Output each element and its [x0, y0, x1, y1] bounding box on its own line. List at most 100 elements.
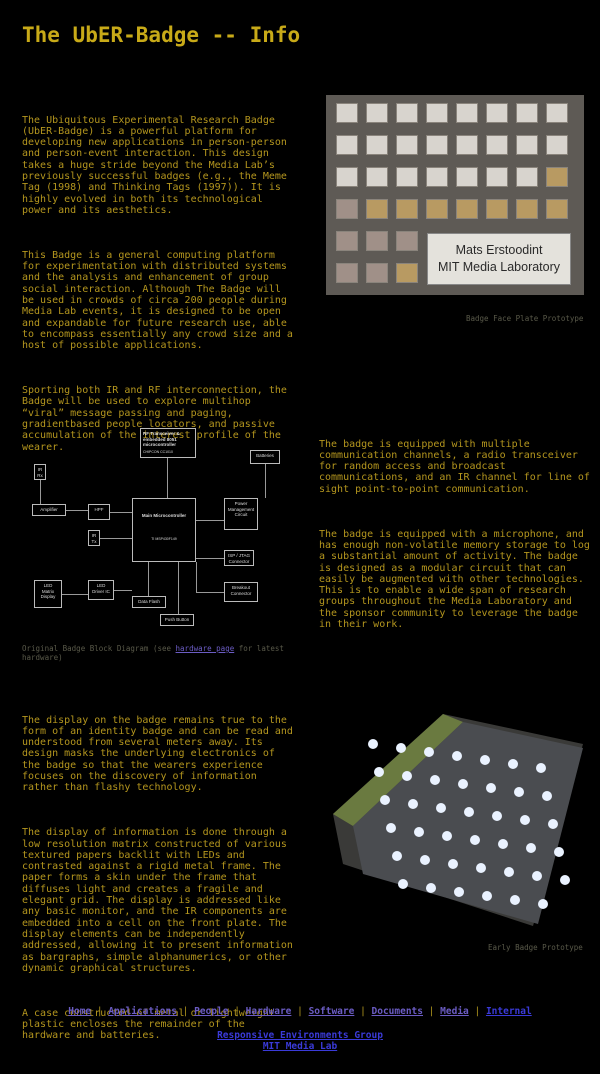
diagram-wire [167, 458, 168, 498]
display-cell [426, 167, 448, 187]
display-cell [366, 135, 388, 155]
hardware-page-link[interactable]: hardware page [176, 644, 235, 653]
responsive-environments-link[interactable]: Responsive Environments Group [0, 1030, 600, 1041]
led-light [402, 771, 412, 781]
nav-home[interactable]: Home [68, 1006, 91, 1017]
led-prototype-image [333, 714, 583, 926]
led-light [510, 895, 520, 905]
display-cell [546, 199, 568, 219]
main-microcontroller-chip: TI MSP430F149 [151, 536, 177, 541]
badge-photo-caption: Badge Face Plate Prototype [466, 314, 584, 323]
diagram-wire [114, 590, 132, 591]
nav-media[interactable]: Media [440, 1006, 469, 1017]
nameplate-name: Mats Erstoodint [455, 243, 543, 257]
footer-nav: Home | Applications | People | Hardware … [0, 1006, 600, 1017]
main-microcontroller-label: Main Microcontroller [141, 513, 187, 518]
display-cell [426, 103, 448, 123]
diagram-wire [196, 558, 224, 559]
hpf-label: HPF [94, 507, 104, 512]
diagram-wire [110, 512, 132, 513]
led-light [476, 863, 486, 873]
hardware-paragraph-1: The badge is equipped with multiple comm… [319, 438, 590, 495]
nav-separator: | [291, 1006, 309, 1017]
footer-links: Responsive Environments Group MIT Media … [0, 1030, 600, 1052]
display-cell [456, 167, 478, 187]
diagram-wire [196, 520, 224, 521]
led-light [554, 847, 564, 857]
display-paragraph-1: The display on the badge remains true to… [22, 714, 293, 794]
display-cell [336, 103, 358, 123]
nav-people[interactable]: People [194, 1006, 228, 1017]
display-cell [426, 135, 448, 155]
nav-applications[interactable]: Applications [108, 1006, 177, 1017]
nav-separator: | [354, 1006, 372, 1017]
ir-tx-block: IR Tx [88, 530, 100, 546]
display-cell [486, 199, 508, 219]
led-light [368, 739, 378, 749]
nav-internal[interactable]: Internal [486, 1006, 532, 1017]
isp-jtag-label: ISP / JTAG Connector [227, 553, 251, 564]
led-light [386, 823, 396, 833]
hardware-text: The badge is equipped with multiple comm… [319, 416, 591, 653]
data-flash-block: Data Flash [132, 596, 166, 608]
display-cell [396, 103, 418, 123]
led-light [426, 883, 436, 893]
led-light [470, 835, 480, 845]
display-cell [366, 167, 388, 187]
intro-paragraph-2: This Badge is a general computing platfo… [22, 249, 293, 352]
led-light [514, 787, 524, 797]
display-cell [456, 103, 478, 123]
led-matrix-block: LED Matrix Display [34, 580, 62, 608]
led-light [538, 899, 548, 909]
led-light [392, 851, 402, 861]
display-cell [546, 167, 568, 187]
rf-transceiver-chip: CHIPCON CC1010 [143, 449, 173, 454]
main-microcontroller-block: Main Microcontroller TI MSP430F149 [132, 498, 196, 562]
ir-tx-label: IR Tx [91, 533, 97, 544]
hpf-block: HPF [88, 504, 110, 520]
nav-separator: | [176, 1006, 195, 1017]
diagram-wire [178, 562, 179, 614]
badge-face-plate-photo: Mats Erstoodint MIT Media Laboratory [326, 95, 584, 295]
display-cell [336, 167, 358, 187]
hardware-paragraph-2: The badge is equipped with a microphone,… [319, 528, 590, 631]
diagram-wire [40, 480, 41, 504]
badge-nameplate: Mats Erstoodint MIT Media Laboratory [427, 233, 571, 285]
led-light [532, 871, 542, 881]
led-light [380, 795, 390, 805]
led-light [414, 827, 424, 837]
nav-software[interactable]: Software [309, 1006, 355, 1017]
led-matrix-label: LED Matrix Display [40, 583, 56, 599]
diagram-wire [196, 562, 197, 592]
page-title: The UbER-Badge -- Info [22, 23, 301, 47]
display-paragraph-2: The display of information is done throu… [22, 827, 293, 974]
led-light [452, 751, 462, 761]
led-prototype-photo [333, 714, 583, 926]
led-light [424, 747, 434, 757]
led-driver-label: LED Driver IC [92, 583, 110, 594]
display-cell [486, 103, 508, 123]
display-cell [516, 167, 538, 187]
led-light [508, 759, 518, 769]
nav-separator: | [468, 1006, 486, 1017]
led-light [408, 799, 418, 809]
rf-transceiver-block: RF Transceiver & embedded 8051 microcont… [140, 428, 196, 458]
nav-documents[interactable]: Documents [372, 1006, 423, 1017]
mit-media-lab-link[interactable]: MIT Media Lab [0, 1041, 600, 1052]
led-light [504, 867, 514, 877]
display-cell [336, 199, 358, 219]
display-cell [336, 135, 358, 155]
nav-separator: | [423, 1006, 441, 1017]
display-cell [366, 231, 388, 251]
led-light [482, 891, 492, 901]
led-light [542, 791, 552, 801]
diagram-wire [148, 562, 149, 596]
push-button-block: Push Button [160, 614, 194, 626]
led-photo-caption: Early Badge Prototype [488, 943, 583, 952]
led-light [398, 879, 408, 889]
display-cell [396, 167, 418, 187]
led-light [436, 803, 446, 813]
led-light [520, 815, 530, 825]
nav-hardware[interactable]: Hardware [246, 1006, 292, 1017]
display-cell [426, 199, 448, 219]
